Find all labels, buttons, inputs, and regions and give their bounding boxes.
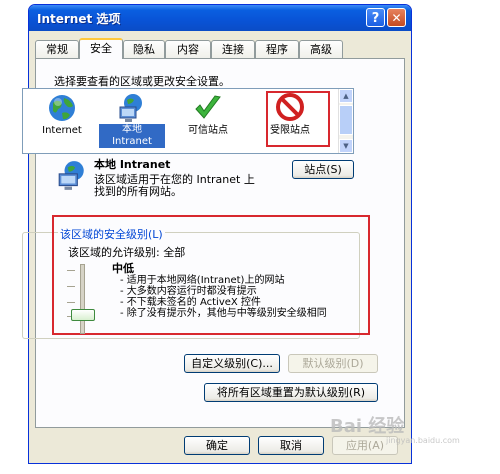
globe-icon [49,95,75,121]
title-bar[interactable]: Internet 选项 ? ✕ [29,5,411,31]
tab-content[interactable]: 内容 [165,40,211,58]
bullet-1: - 适用于本地网络(Intranet)上的网站 [120,275,285,286]
security-level-name: 中低 [112,262,134,275]
selected-zone-name: 本地 Intranet [94,158,171,171]
reset-all-zones-button[interactable]: 将所有区域重置为默认级别(R) [204,383,378,402]
watermark-url: jingyan.baidu.com [386,436,460,445]
slider-tick-2 [67,286,75,287]
close-button[interactable]: ✕ [387,8,406,27]
checkmark-icon [195,95,221,119]
selected-zone-desc-line2: 找到的所有网站。 [94,185,182,198]
security-slider-thumb[interactable] [71,309,95,321]
scroll-up-icon[interactable]: ▲ [339,89,353,103]
help-button[interactable]: ? [366,8,385,27]
zone-label-local-intranet-line2: Intranet [99,136,165,148]
slider-tick-1 [67,270,75,271]
ok-button[interactable]: 确定 [184,436,250,455]
allowed-level-text: 该区域的允许级别: 全部 [68,246,186,259]
tab-general[interactable]: 常规 [35,40,79,58]
zone-trusted-sites[interactable]: 可信站点 [175,93,241,151]
restricted-sites-highlight [266,91,330,147]
tab-programs[interactable]: 程序 [255,40,299,58]
zone-label-trusted-sites: 可信站点 [188,125,228,136]
zone-local-intranet[interactable]: 本地 Intranet [99,93,165,151]
custom-level-button[interactable]: 自定义级别(C)... [184,354,280,373]
bullet-4: - 除了没有提示外，其他与中等级别安全级相同 [120,308,327,319]
bullet-3: - 不下载未签名的 ActiveX 控件 [120,297,261,308]
cancel-button[interactable]: 取消 [258,436,324,455]
scroll-down-icon[interactable]: ▼ [339,139,353,153]
tab-connections[interactable]: 连接 [211,40,255,58]
zone-label-local-intranet-line1: 本地 [99,124,165,136]
scroll-thumb[interactable] [339,105,353,135]
zone-list-scrollbar[interactable]: ▲ ▼ [338,89,353,153]
selected-zone-icon [58,161,84,190]
sites-button[interactable]: 站点(S) [292,160,354,179]
zone-label-internet: Internet [42,125,82,136]
tab-security[interactable]: 安全 [79,38,123,59]
watermark-text: Bai 经验 [330,416,405,437]
slider-tick-3 [67,302,75,303]
tab-advanced[interactable]: 高级 [299,40,343,58]
default-level-button[interactable]: 默认级别(D) [288,354,378,373]
security-level-bullets: - 适用于本地网络(Intranet)上的网站 - 大多数内容运行时都没有提示 … [120,275,327,319]
window-title: Internet 选项 [37,12,121,26]
local-intranet-icon [119,94,142,122]
bullet-2: - 大多数内容运行时都没有提示 [120,286,257,297]
zone-internet[interactable]: Internet [29,93,95,151]
security-slider-track[interactable] [80,264,85,334]
zone-instruction: 选择要查看的区域或更改安全设置。 [54,75,230,88]
tab-privacy[interactable]: 隐私 [123,40,165,58]
